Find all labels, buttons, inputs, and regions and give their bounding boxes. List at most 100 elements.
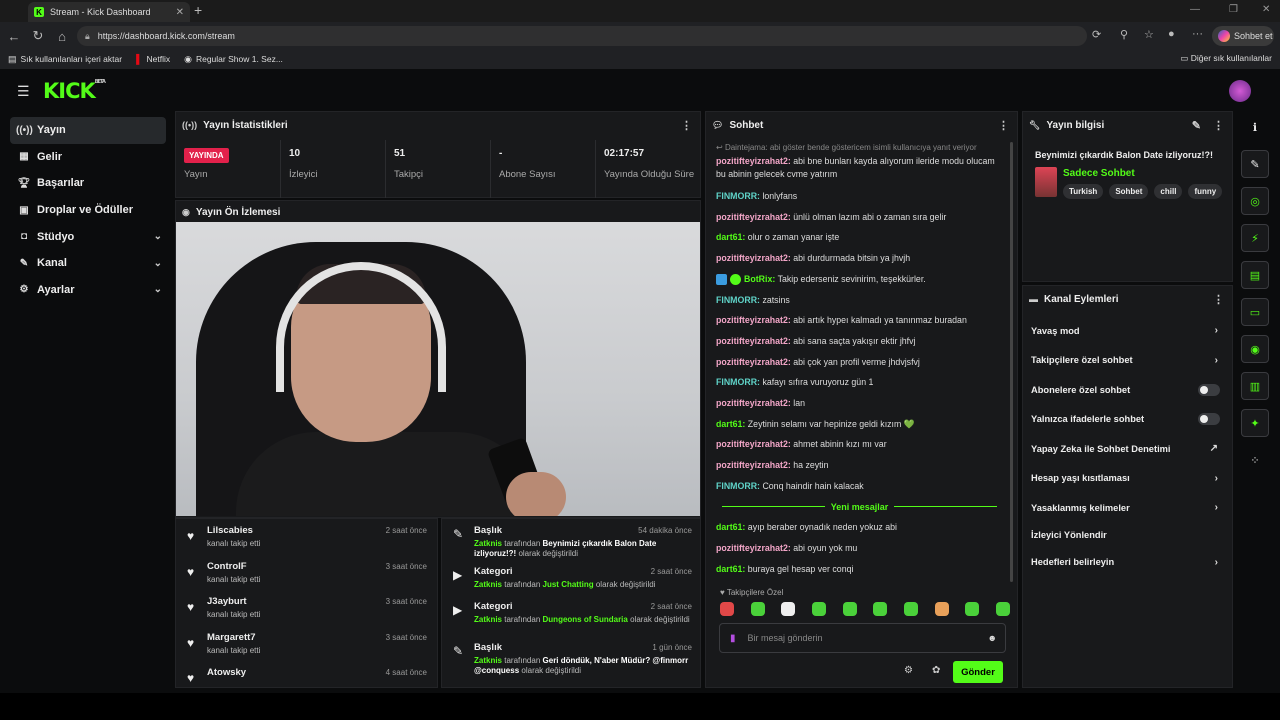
- preview-icon[interactable]: ◎: [1241, 187, 1269, 215]
- chat-username[interactable]: BotRix:: [744, 274, 775, 284]
- sidebar-item-basarilar[interactable]: 🏆︎ Başarılar: [10, 170, 166, 197]
- kebab-menu-icon[interactable]: ⋮: [998, 119, 1009, 132]
- chat-username[interactable]: pozitifteyizrahat2:: [716, 357, 791, 367]
- edit-icon[interactable]: ✎: [1241, 150, 1269, 178]
- document-icon[interactable]: ▤: [1241, 261, 1269, 289]
- favorites-icon[interactable]: ☆: [1144, 28, 1154, 41]
- menu-icon[interactable]: ☰: [17, 83, 30, 100]
- chat-username[interactable]: pozitifteyizrahat2:: [716, 398, 791, 408]
- action-set-goals[interactable]: Hedefleri belirleyin ›: [1023, 548, 1232, 578]
- chat-username[interactable]: pozitifteyizrahat2:: [716, 253, 791, 263]
- chat-username[interactable]: pozitifteyizrahat2:: [716, 315, 791, 325]
- stream-category[interactable]: Sadece Sohbet: [1063, 168, 1135, 179]
- action-followers-only[interactable]: Takipçilere özel sohbet ›: [1023, 346, 1232, 376]
- chat-scrollbar[interactable]: [1010, 142, 1013, 582]
- action-slow-mode[interactable]: Yavaş mod ›: [1023, 316, 1232, 346]
- chat-username[interactable]: dart61:: [716, 564, 745, 574]
- info-icon[interactable]: ℹ: [1241, 113, 1269, 141]
- pencil-icon[interactable]: ✎: [1192, 119, 1201, 132]
- chat-icon[interactable]: ▭: [1241, 298, 1269, 326]
- list-icon[interactable]: ▥: [1241, 372, 1269, 400]
- chat-username[interactable]: FINMORR:: [716, 191, 760, 201]
- sidebar-item-kanal[interactable]: ✎ Kanal ⌄: [10, 250, 166, 277]
- chat-username[interactable]: FINMORR:: [716, 481, 760, 491]
- chat-username[interactable]: dart61:: [716, 522, 745, 532]
- chat-text: Takip ederseniz sevinirim, teşekkürler.: [777, 273, 926, 284]
- browser-tab[interactable]: K Stream - Kick Dashboard ✕: [28, 2, 190, 22]
- other-bookmarks[interactable]: ▭ Diğer sık kullanılanlar: [1180, 53, 1272, 64]
- minimize-icon[interactable]: —: [1190, 4, 1200, 15]
- chat-username[interactable]: pozitifteyizrahat2:: [716, 460, 791, 470]
- tracking-icon[interactable]: ⚲: [1120, 28, 1128, 41]
- emote-icon[interactable]: [750, 602, 765, 616]
- chat-username[interactable]: pozitifteyizrahat2:: [716, 543, 791, 553]
- user-avatar[interactable]: [1229, 80, 1251, 102]
- new-messages-divider[interactable]: Yeni mesajlar: [716, 497, 1003, 518]
- mic-icon[interactable]: ▮: [730, 633, 736, 644]
- subscribers-only-toggle[interactable]: [1198, 383, 1220, 396]
- emoji-icon[interactable]: ☻: [988, 633, 997, 643]
- chat-username[interactable]: FINMORR:: [716, 377, 760, 387]
- chat-username[interactable]: pozitifteyizrahat2:: [716, 336, 791, 346]
- wrench-icon[interactable]: ✦: [1241, 409, 1269, 437]
- copilot-button[interactable]: Sohbet et: [1212, 26, 1274, 46]
- new-tab-icon[interactable]: +: [194, 2, 202, 18]
- broadcast-icon[interactable]: ◉: [1241, 335, 1269, 363]
- emote-icon[interactable]: [873, 602, 888, 616]
- back-icon[interactable]: ←: [4, 29, 24, 44]
- chat-username[interactable]: pozitifteyizrahat2:: [716, 439, 791, 449]
- close-tab-icon[interactable]: ✕: [176, 7, 184, 18]
- other-bookmarks-label: Diğer sık kullanılanlar: [1190, 53, 1272, 63]
- kebab-menu-icon[interactable]: ⋮: [1213, 293, 1224, 306]
- emote-icon[interactable]: [934, 602, 949, 616]
- chat-settings-icon[interactable]: ✿: [932, 665, 940, 676]
- emote-icon[interactable]: [995, 602, 1010, 616]
- chat-username[interactable]: pozitifteyizrahat2:: [716, 212, 791, 222]
- extensions-icon[interactable]: ⟳: [1092, 28, 1101, 41]
- sidebar-item-yayin[interactable]: ((•)) Yayın: [10, 117, 166, 144]
- tag[interactable]: Turkish: [1063, 184, 1104, 199]
- emote-icon[interactable]: [781, 602, 796, 616]
- chat-username[interactable]: pozitifteyizrahat2:: [716, 156, 791, 166]
- bookmark-netflix[interactable]: ▌ Netflix: [136, 54, 170, 64]
- bookmark-label: Regular Show 1. Sez...: [195, 54, 283, 64]
- chat-username[interactable]: FINMORR:: [716, 295, 760, 305]
- sidebar-item-gelir[interactable]: ▦ Gelir: [10, 144, 166, 171]
- kebab-menu-icon[interactable]: ⋮: [1213, 119, 1224, 132]
- refresh-icon[interactable]: ↻: [28, 28, 48, 44]
- emote-icon[interactable]: [965, 602, 980, 616]
- lightning-icon[interactable]: ⚡︎: [1241, 224, 1269, 252]
- action-account-age[interactable]: Hesap yaşı kısıtlaması ›: [1023, 464, 1232, 494]
- send-button[interactable]: Gönder: [953, 661, 1003, 683]
- sidebar-item-studyo[interactable]: ◘ Stüdyo ⌄: [10, 223, 166, 250]
- emote-icon[interactable]: [842, 602, 857, 616]
- sidebar-item-ayarlar[interactable]: ⚙ Ayarlar ⌄: [10, 277, 166, 304]
- kick-logo[interactable]: KICKBETA: [43, 79, 106, 103]
- profile-icon[interactable]: ●: [1168, 28, 1175, 40]
- sidebar-item-droplar[interactable]: ▣ Droplar ve Ödüller: [10, 197, 166, 224]
- url-field[interactable]: 🔒︎ https://dashboard.kick.com/stream: [77, 26, 1087, 46]
- close-window-icon[interactable]: ✕: [1262, 4, 1270, 15]
- home-icon[interactable]: ⌂: [52, 29, 72, 44]
- emote-icon[interactable]: [811, 602, 826, 616]
- bookmark-regular-show[interactable]: ◉ Regular Show 1. Sez...: [184, 54, 283, 65]
- chat-input[interactable]: ▮ Bir mesaj gönderin ☻: [719, 623, 1006, 653]
- emote-icon[interactable]: [720, 602, 734, 616]
- emotes-only-toggle[interactable]: [1198, 413, 1220, 426]
- gear-icon[interactable]: ⚙: [904, 665, 913, 676]
- tag[interactable]: funny: [1188, 184, 1223, 199]
- tag[interactable]: chill: [1154, 184, 1183, 199]
- maximize-icon[interactable]: ❐: [1229, 4, 1238, 15]
- add-widget-icon[interactable]: ⁘: [1241, 446, 1269, 474]
- kebab-menu-icon[interactable]: ⋮: [681, 119, 692, 132]
- action-banned-words[interactable]: Yasaklanmış kelimeler ›: [1023, 493, 1232, 523]
- bookmark-import[interactable]: ▤ Sık kullanılanları içeri aktar: [8, 54, 122, 65]
- chat-username[interactable]: dart61:: [716, 232, 745, 242]
- tag[interactable]: Sohbet: [1109, 184, 1149, 199]
- stream-preview-video[interactable]: [176, 222, 700, 516]
- chat-username[interactable]: dart61:: [716, 419, 745, 429]
- more-icon[interactable]: ···: [1192, 28, 1203, 40]
- action-ai-moderation[interactable]: Yapay Zeka ile Sohbet Denetimi ↗: [1023, 434, 1232, 464]
- emote-icon[interactable]: [903, 602, 918, 616]
- action-host[interactable]: İzleyici Yönlendir: [1023, 523, 1232, 548]
